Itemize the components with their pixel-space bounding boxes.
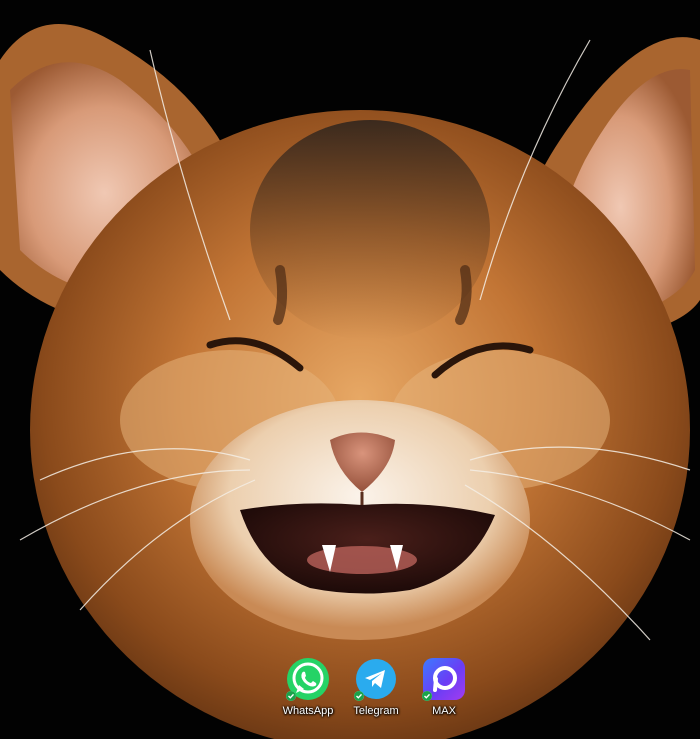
whatsapp-shortcut[interactable]: WhatsApp — [276, 657, 340, 725]
synced-check-icon — [422, 691, 432, 701]
desktop-icons: WhatsApp Telegram MAX — [276, 657, 476, 725]
telegram-icon — [354, 657, 398, 701]
whatsapp-icon — [286, 657, 330, 701]
synced-check-icon — [354, 691, 364, 701]
synced-check-icon — [286, 691, 296, 701]
telegram-label: Telegram — [353, 705, 399, 717]
max-shortcut[interactable]: MAX — [412, 657, 476, 725]
whatsapp-label: WhatsApp — [282, 705, 334, 717]
max-label: MAX — [432, 705, 456, 717]
max-icon — [422, 657, 466, 701]
desktop: WhatsApp Telegram MAX — [0, 0, 700, 739]
telegram-shortcut[interactable]: Telegram — [344, 657, 408, 725]
kitten-wallpaper — [0, 0, 700, 739]
